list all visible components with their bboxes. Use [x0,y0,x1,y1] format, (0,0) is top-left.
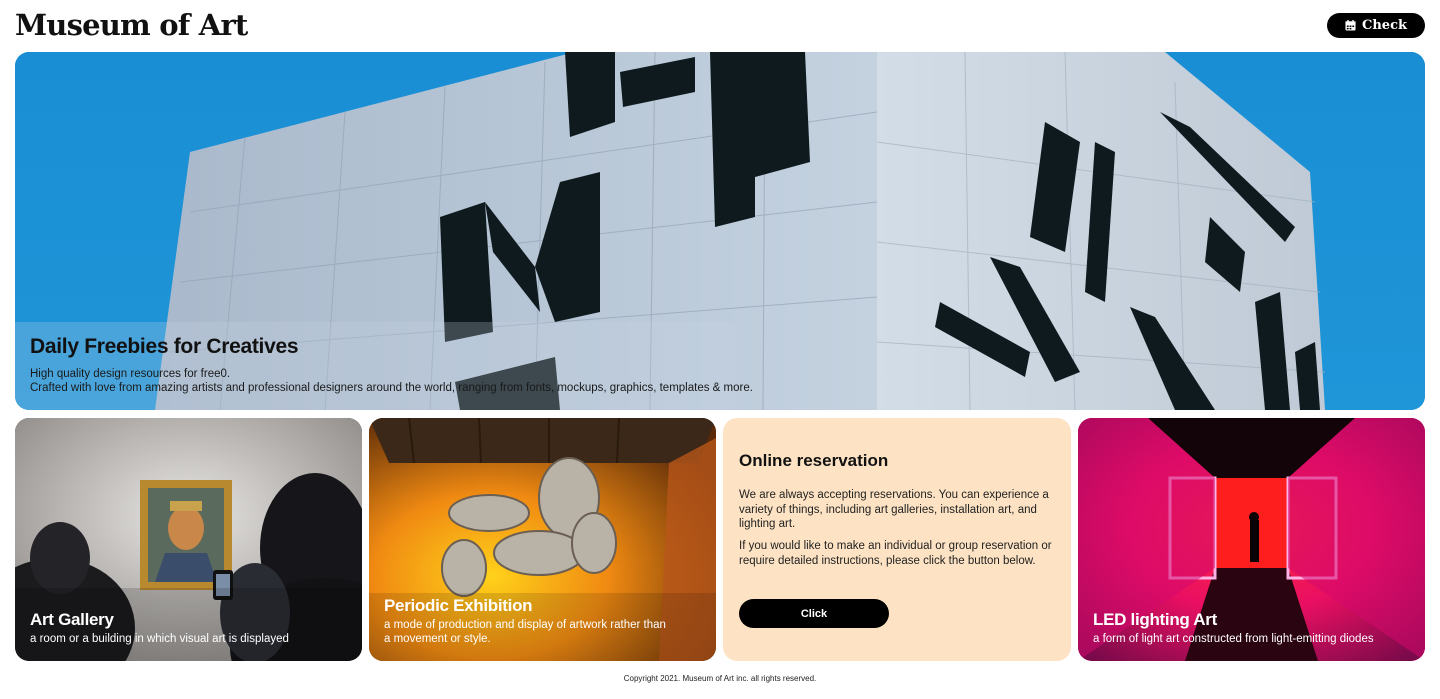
site-logo[interactable]: Museum of Art [15,8,248,42]
reservation-title: Online reservation [739,451,889,470]
art-gallery-title: Art Gallery [30,610,114,629]
card-art-gallery[interactable]: Art Gallery a room or a building in whic… [15,418,362,661]
reservation-click-button[interactable]: Click [739,599,889,628]
hero-subtitle-line-2: Crafted with love from amazing artists a… [30,382,753,394]
hero-banner: Daily Freebies for Creatives High qualit… [15,52,1425,410]
hero-title: Daily Freebies for Creatives [30,335,299,358]
calendar-icon [1345,20,1356,31]
hero-subtitle-line-1: High quality design resources for free0. [30,368,231,380]
footer-copyright: Copyright 2021. Museum of Art inc. all r… [623,674,817,683]
hero-subtitle: High quality design resources for free0.… [30,367,753,395]
card-led-lighting-art[interactable]: LED lighting Art a form of light art con… [1078,418,1425,661]
site-header: Museum of Art Check [15,0,1425,52]
card-periodic-exhibition[interactable]: Periodic Exhibition a mode of production… [369,418,716,661]
reservation-paragraph-1: We are always accepting reservations. Yo… [739,489,1049,530]
reservation-paragraph-2: If you would like to make an individual … [739,540,1052,567]
check-button-label: Check [1362,18,1407,33]
periodic-exhibition-description: a mode of production and display of artw… [384,619,666,645]
art-gallery-description: a room or a building in which visual art… [30,633,289,645]
led-lighting-description: a form of light art constructed from lig… [1093,633,1374,645]
periodic-exhibition-title: Periodic Exhibition [384,596,533,615]
check-button[interactable]: Check [1327,13,1425,38]
led-lighting-title: LED lighting Art [1093,610,1217,629]
card-online-reservation: Online reservation We are always accepti… [723,418,1071,661]
